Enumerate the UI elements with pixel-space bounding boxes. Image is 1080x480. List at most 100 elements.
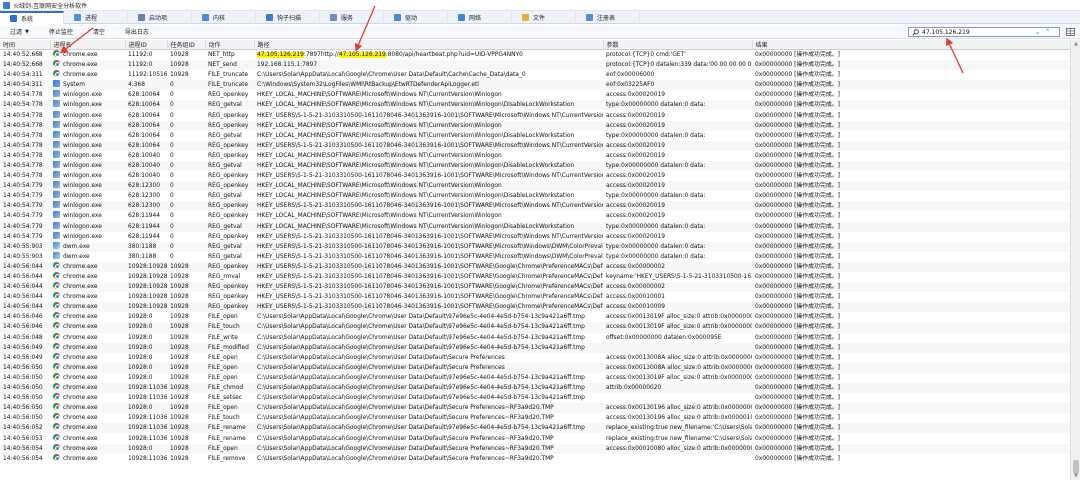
- table-row[interactable]: 14:40:54:311 chrome.exe 11192:10516 10928 FI…: [0, 70, 1070, 80]
- process-name: winlogon.exe: [63, 173, 102, 180]
- tab-label: 文件: [533, 15, 546, 22]
- table-row[interactable]: 14:40:54:779 winlogon.exe 628:11944 0 REG_ge…: [0, 221, 1070, 232]
- table-row[interactable]: 14:40:52:668 chrome.exe 11192:0 10928 NET_ht…: [0, 50, 1070, 61]
- table-row[interactable]: 14:40:54:779 winlogon.exe 628:11944 0 REG_op…: [0, 211, 1070, 221]
- highlighted-ip: 47.105.126.219: [338, 52, 386, 58]
- tab-3[interactable]: 内核: [192, 11, 256, 24]
- path-text: HKEY_LOCAL_MACHINE\SOFTWARE\Microsoft\Wi…: [257, 132, 575, 139]
- table-row[interactable]: 14:40:56:044 chrome.exe 10928:10928 10928 RE…: [0, 292, 1070, 302]
- vertical-scrollbar[interactable]: ▲ ▼: [1070, 40, 1080, 480]
- tab-6[interactable]: 驱动: [384, 11, 448, 24]
- table-row[interactable]: 14:40:54:778 winlogon.exe 628:10064 0 REG_ge…: [0, 130, 1070, 141]
- cell-pid: 10928:10928: [125, 302, 167, 313]
- table-row[interactable]: 14:40:56:050 chrome.exe 10928:11036 10928 FI…: [0, 413, 1070, 423]
- table-row[interactable]: 14:40:54:778 winlogon.exe 628:10064 0 REG_op…: [0, 140, 1070, 151]
- tab-8[interactable]: 文件: [512, 11, 576, 24]
- cell-params: access:0x0013019F alloc_size:0 attrib:0x…: [606, 374, 752, 381]
- table-row[interactable]: 14:40:55:903 dwm.exe 380:1188 0 REG_getval HK…: [0, 241, 1070, 252]
- tab-7[interactable]: 网络: [448, 11, 512, 24]
- cell-params: access:0x00020019: [606, 112, 666, 119]
- search-prev-icon[interactable]: ⌃: [1043, 28, 1052, 36]
- table-row[interactable]: 14:40:56:049 chrome.exe 10928:0 10928 FILE_o…: [0, 352, 1070, 363]
- cell-result: 0x00000000 [操作成功完成。]: [755, 415, 840, 422]
- cell-time: 14:40:56:050: [0, 383, 50, 394]
- cell-pid: 10928:11036: [128, 435, 167, 442]
- cell-path: C:\Users\Solar\AppData\Local\Google\Chro…: [254, 373, 603, 383]
- process-name: winlogon.exe: [63, 92, 102, 99]
- tab-5[interactable]: 服务: [320, 11, 384, 24]
- cell-process: winlogon.exe: [50, 150, 125, 161]
- stop-monitor-button[interactable]: 停止监控: [39, 25, 83, 39]
- cell-action: REG_getval: [208, 193, 242, 200]
- table-row[interactable]: 14:40:56:044 chrome.exe 10928:10928 10928 RE…: [0, 282, 1070, 293]
- clear-button[interactable]: 清空: [83, 25, 115, 39]
- cell-path: HKEY_USERS\S-1-5-21-3103310500-161107804…: [254, 272, 603, 282]
- cell-time: 14:40:52:668: [3, 52, 43, 58]
- cell-pid: 628:12300: [128, 193, 160, 200]
- table-row[interactable]: 14:40:54:779 winlogon.exe 628:11944 0 REG_op…: [0, 231, 1070, 242]
- table-row[interactable]: 14:40:56:048 chrome.exe 10928:0 10928 FILE_w…: [0, 332, 1070, 343]
- cell-action: FILE_truncate: [208, 72, 249, 79]
- path-text: C:\Users\Solar\AppData\Local\Google\Chro…: [257, 415, 554, 422]
- highlighted-ip: 47.105.126.219: [257, 52, 304, 58]
- search-next-icon[interactable]: ⌄: [1033, 28, 1042, 36]
- table-row[interactable]: 14:40:54:778 winlogon.exe 628:10040 0 REG_op…: [0, 150, 1070, 161]
- path-text: HKEY_USERS\S-1-5-21-3103310500-161107804…: [257, 294, 603, 301]
- table-row[interactable]: 14:40:56:053 chrome.exe 10928:11036 10928 FI…: [0, 433, 1070, 443]
- table-row[interactable]: 14:40:56:054 chrome.exe 10928:0 10928 FILE_o…: [0, 443, 1070, 454]
- export-log-button[interactable]: 导出日志: [115, 25, 159, 39]
- table-row[interactable]: 14:40:56:044 chrome.exe 10928:10928 10928 RE…: [0, 302, 1070, 313]
- table-row[interactable]: 14:40:56:044 chrome.exe 10928:10928 10928 RE…: [0, 261, 1070, 272]
- column-header-1[interactable]: 进程名: [50, 40, 126, 50]
- table-row[interactable]: 14:40:56:052 chrome.exe 10928:11036 10928 FI…: [0, 423, 1070, 434]
- table-row[interactable]: 14:40:56:044 chrome.exe 10928:10928 10928 RE…: [0, 272, 1070, 282]
- cell-action: REG_getval: [205, 160, 254, 172]
- search-input[interactable]: [922, 28, 1032, 36]
- table-row[interactable]: 14:40:54:779 winlogon.exe 628:12300 0 REG_ge…: [0, 191, 1070, 201]
- table-row[interactable]: 14:40:56:046 chrome.exe 10928:0 10928 FILE_o…: [0, 312, 1070, 322]
- table-row[interactable]: 14:40:54:778 winlogon.exe 628:10064 0 REG_op…: [0, 90, 1070, 100]
- cell-path: HKEY_USERS\S-1-5-21-3103310500-161107804…: [254, 282, 603, 293]
- table-row[interactable]: 14:40:54:778 winlogon.exe 628:10040 0 REG_ge…: [0, 160, 1070, 172]
- cell-time: 14:40:52:668: [0, 60, 50, 71]
- tab-2[interactable]: 启动项: [128, 11, 192, 24]
- tab-4[interactable]: 钩子扫描: [256, 11, 320, 24]
- scroll-down-icon[interactable]: ▼: [1072, 472, 1080, 480]
- table-row[interactable]: 14:40:55:903 dwm.exe 380:1188 0 REG_getval HK…: [0, 251, 1070, 262]
- table-row[interactable]: 14:40:54:779 winlogon.exe 628:12300 0 REG_op…: [0, 181, 1070, 192]
- tab-0[interactable]: 系统: [0, 11, 64, 24]
- table-row[interactable]: 14:40:56:049 chrome.exe 10928:0 10928 FILE_m…: [0, 342, 1070, 353]
- table-row[interactable]: 14:40:54:778 winlogon.exe 628:10064 0 REG_op…: [0, 110, 1070, 120]
- column-header-4[interactable]: 动作: [205, 40, 255, 50]
- cell-time: 14:40:56:048: [3, 334, 43, 341]
- table-row[interactable]: 14:40:54:779 winlogon.exe 628:12300 0 REG_op…: [0, 201, 1070, 212]
- table-row[interactable]: 14:40:56:054 chrome.exe 10928:11036 10928 FI…: [0, 453, 1070, 464]
- column-header-5[interactable]: 路径: [254, 40, 604, 50]
- table-row[interactable]: 14:40:56:050 chrome.exe 10928:11036 10928 FI…: [0, 383, 1070, 394]
- column-header-6[interactable]: 参数: [603, 40, 753, 50]
- column-header-2[interactable]: 进程ID: [125, 40, 168, 50]
- scroll-up-icon[interactable]: ▲: [1072, 40, 1080, 48]
- table-row[interactable]: 14:40:54:778 winlogon.exe 628:10064 0 REG_ge…: [0, 100, 1070, 111]
- table-row[interactable]: 14:40:56:050 chrome.exe 10928:0 10928 FILE_o…: [0, 372, 1070, 383]
- tab-9[interactable]: 注册表: [576, 11, 640, 24]
- column-settings-button[interactable]: [1064, 27, 1076, 37]
- column-header-3[interactable]: 任务组ID: [167, 40, 206, 50]
- table-row[interactable]: 14:40:54:778 winlogon.exe 628:10064 0 REG_op…: [0, 120, 1070, 131]
- cell-task-group: 0: [167, 80, 205, 91]
- table-row[interactable]: 14:40:56:046 chrome.exe 10928:0 10928 FILE_t…: [0, 322, 1070, 333]
- table-row[interactable]: 14:40:54:778 winlogon.exe 628:10040 0 REG_op…: [0, 171, 1070, 181]
- filter-button[interactable]: 过滤 ▼: [0, 25, 39, 39]
- cell-params: access:0x00020019: [603, 201, 752, 212]
- column-header-0[interactable]: 时间: [0, 40, 51, 50]
- cell-path: HKEY_USERS\S-1-5-21-3103310500-161107804…: [254, 232, 603, 242]
- tab-1[interactable]: 进程: [64, 11, 128, 24]
- column-header-7[interactable]: 结果: [752, 40, 1070, 50]
- table-row[interactable]: 14:40:56:050 chrome.exe 10928:0 10928 FILE_o…: [0, 403, 1070, 414]
- cell-process: chrome.exe: [50, 393, 125, 403]
- table-row[interactable]: 14:40:54:311 System 4:368 0 FILE_truncate C:\…: [0, 80, 1070, 91]
- table-row[interactable]: 14:40:52:668 chrome.exe 11192:0 10928 NET_se…: [0, 60, 1070, 71]
- cell-time: 14:40:56:049: [3, 354, 43, 361]
- table-row[interactable]: 14:40:56:050 chrome.exe 10928:0 10928 FILE_o…: [0, 362, 1070, 373]
- table-row[interactable]: 14:40:56:050 chrome.exe 10928:11036 10928 FI…: [0, 393, 1070, 403]
